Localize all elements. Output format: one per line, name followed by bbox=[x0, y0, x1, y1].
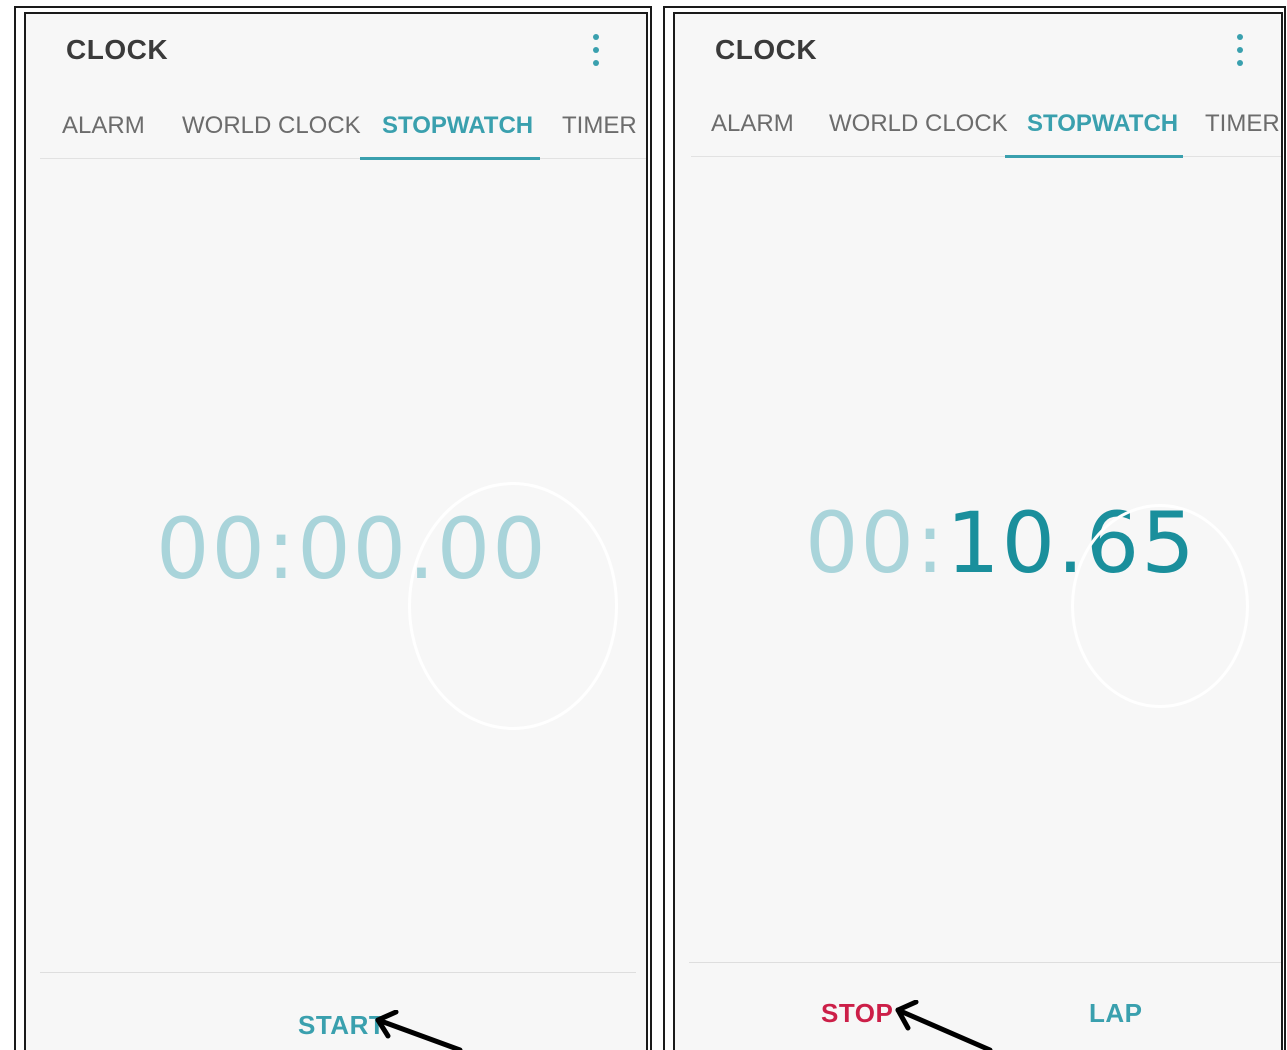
touch-indicator-circle bbox=[408, 482, 618, 730]
more-vert-icon[interactable] bbox=[591, 34, 601, 66]
tab-alarm[interactable]: ALARM bbox=[711, 110, 794, 138]
bottom-divider bbox=[40, 972, 636, 973]
tab-stopwatch[interactable]: STOPWATCH bbox=[382, 112, 533, 140]
active-tab-indicator bbox=[360, 157, 540, 160]
tab-world-clock[interactable]: WORLD CLOCK bbox=[829, 110, 1008, 138]
start-button[interactable]: START bbox=[298, 1010, 385, 1041]
tab-timer[interactable]: TIMER bbox=[1205, 110, 1280, 138]
tab-stopwatch[interactable]: STOPWATCH bbox=[1027, 110, 1178, 138]
touch-indicator-circle bbox=[1071, 504, 1249, 708]
more-vert-icon[interactable] bbox=[1235, 34, 1245, 66]
tab-timer[interactable]: TIMER bbox=[562, 112, 637, 140]
stop-button[interactable]: STOP bbox=[821, 998, 893, 1029]
lap-button[interactable]: LAP bbox=[1089, 998, 1143, 1029]
app-title: CLOCK bbox=[66, 34, 169, 65]
tab-bar: ALARM WORLD CLOCK STOPWATCH TIMER bbox=[691, 100, 1281, 158]
bottom-divider bbox=[689, 962, 1281, 963]
stopwatch-display-dim: 00: bbox=[805, 494, 947, 592]
app-title: CLOCK bbox=[715, 34, 818, 65]
phone-screen-left: CLOCK ALARM WORLD CLOCK STOPWATCH TIMER … bbox=[24, 12, 648, 1050]
tab-alarm[interactable]: ALARM bbox=[62, 112, 145, 140]
tab-bar: ALARM WORLD CLOCK STOPWATCH TIMER bbox=[40, 102, 646, 160]
tab-world-clock[interactable]: WORLD CLOCK bbox=[182, 112, 361, 140]
phone-screen-right: CLOCK ALARM WORLD CLOCK STOPWATCH TIMER … bbox=[673, 12, 1283, 1050]
active-tab-indicator bbox=[1005, 155, 1183, 158]
